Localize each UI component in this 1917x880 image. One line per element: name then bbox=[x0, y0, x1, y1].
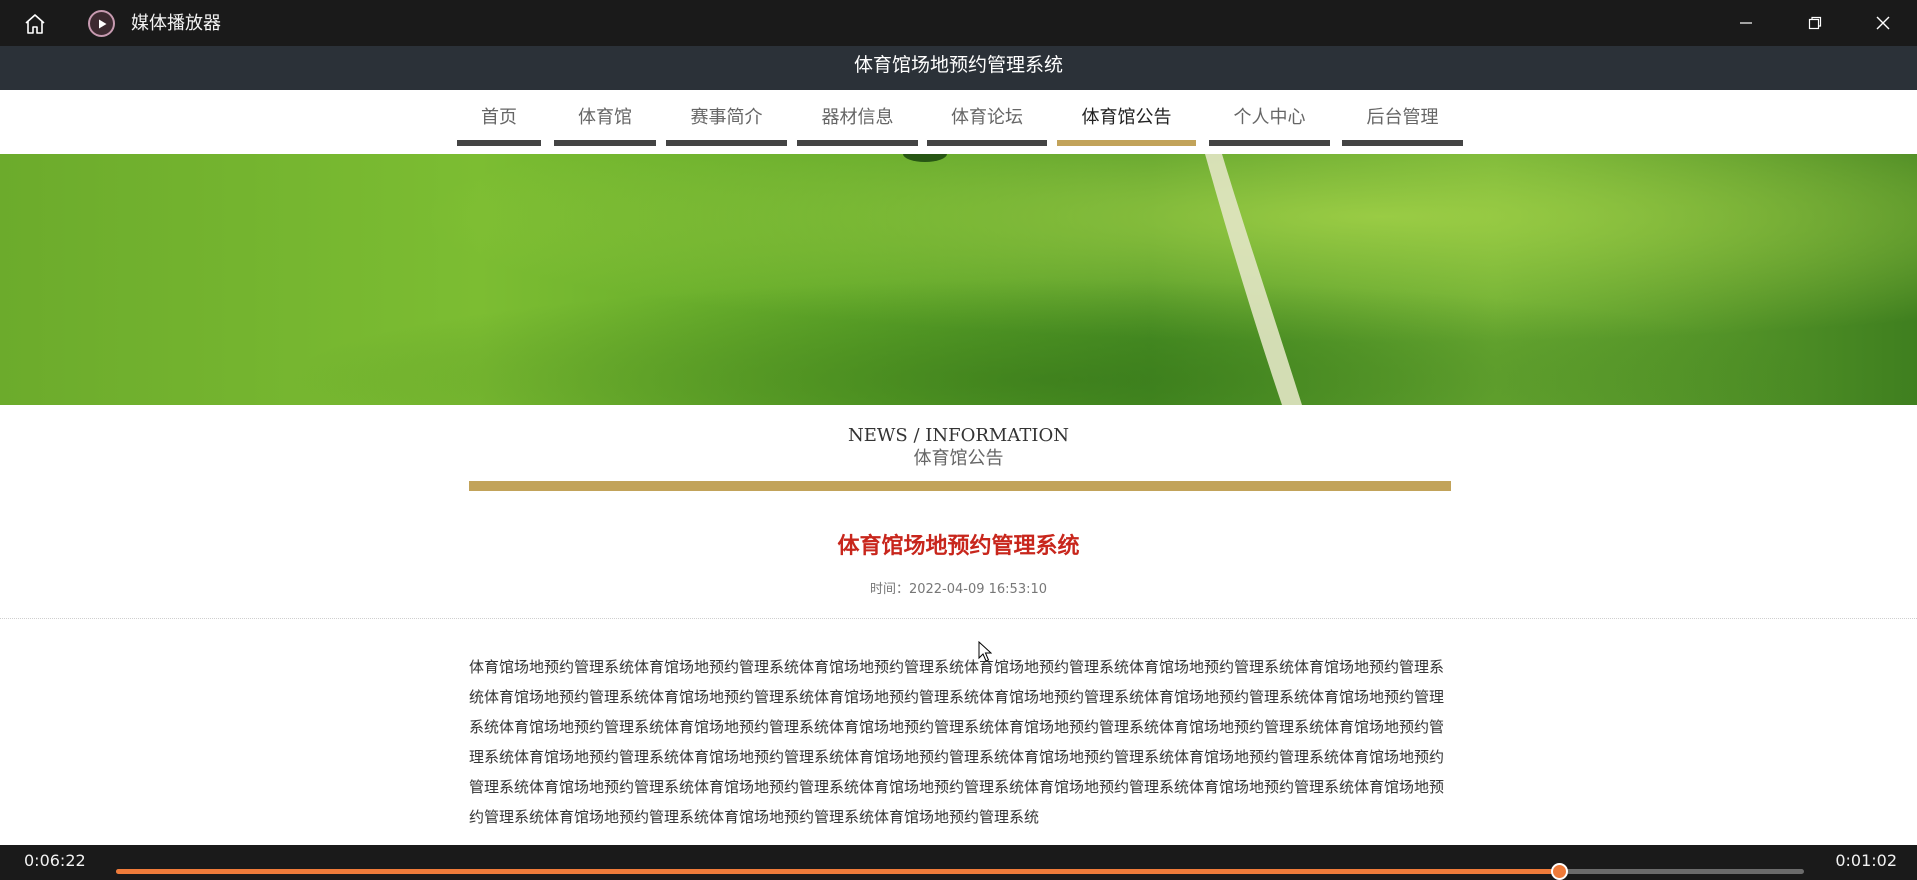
article-title: 体育馆场地预约管理系统 bbox=[837, 534, 1080, 559]
minimize-icon bbox=[1740, 22, 1752, 24]
nav-item-equipment[interactable]: 器材信息 bbox=[797, 90, 918, 146]
nav-item-forum[interactable]: 体育论坛 bbox=[927, 90, 1047, 146]
nav-item-admin[interactable]: 后台管理 bbox=[1342, 90, 1463, 146]
nav-item-gymnasium[interactable]: 体育馆 bbox=[554, 90, 656, 146]
player-title-bar: 媒体播放器 bbox=[0, 0, 1917, 46]
home-icon bbox=[25, 14, 45, 34]
play-icon bbox=[98, 19, 106, 28]
main-nav: 首页 体育馆 赛事简介 器材信息 体育论坛 体育馆公告 个人中心 后台管理 bbox=[0, 90, 1917, 154]
restore-button[interactable] bbox=[1781, 0, 1849, 46]
app-logo bbox=[88, 10, 115, 37]
banner-image bbox=[0, 154, 1917, 405]
section-heading-en: NEWS / INFORMATION bbox=[848, 425, 1069, 446]
app-title: 媒体播放器 bbox=[131, 13, 221, 34]
home-button[interactable] bbox=[20, 10, 50, 38]
seek-bar-thumb[interactable] bbox=[1551, 863, 1569, 880]
article-time: 时间：2022-04-09 16:53:10 bbox=[869, 582, 1048, 597]
minimize-button[interactable] bbox=[1712, 0, 1780, 46]
nav-item-home[interactable]: 首页 bbox=[457, 90, 541, 146]
seek-bar[interactable] bbox=[116, 863, 1804, 880]
site-header: 体育馆场地预约管理系统 bbox=[0, 46, 1917, 90]
close-icon bbox=[1876, 16, 1890, 30]
restore-icon bbox=[1808, 16, 1822, 30]
mouse-cursor-icon bbox=[978, 641, 992, 662]
current-time: 0:06:22 bbox=[24, 851, 86, 870]
nav-item-announcements[interactable]: 体育馆公告 bbox=[1057, 90, 1196, 146]
article-body: 体育馆场地预约管理系统体育馆场地预约管理系统体育馆场地预约管理系统体育馆场地预约… bbox=[469, 658, 1445, 826]
nav-item-personal-center[interactable]: 个人中心 bbox=[1209, 90, 1330, 146]
remaining-time: 0:01:02 bbox=[1835, 851, 1897, 870]
article-divider bbox=[0, 618, 1917, 619]
seek-bar-fill bbox=[116, 869, 1560, 874]
player-controls: 0:06:22 0:01:02 bbox=[0, 845, 1917, 880]
section-divider bbox=[469, 481, 1451, 491]
site-title: 体育馆场地预约管理系统 bbox=[853, 54, 1063, 76]
close-button[interactable] bbox=[1849, 0, 1917, 46]
section-heading-cn: 体育馆公告 bbox=[913, 448, 1004, 469]
banner-graphic bbox=[0, 154, 1917, 405]
nav-item-events[interactable]: 赛事简介 bbox=[666, 90, 787, 146]
